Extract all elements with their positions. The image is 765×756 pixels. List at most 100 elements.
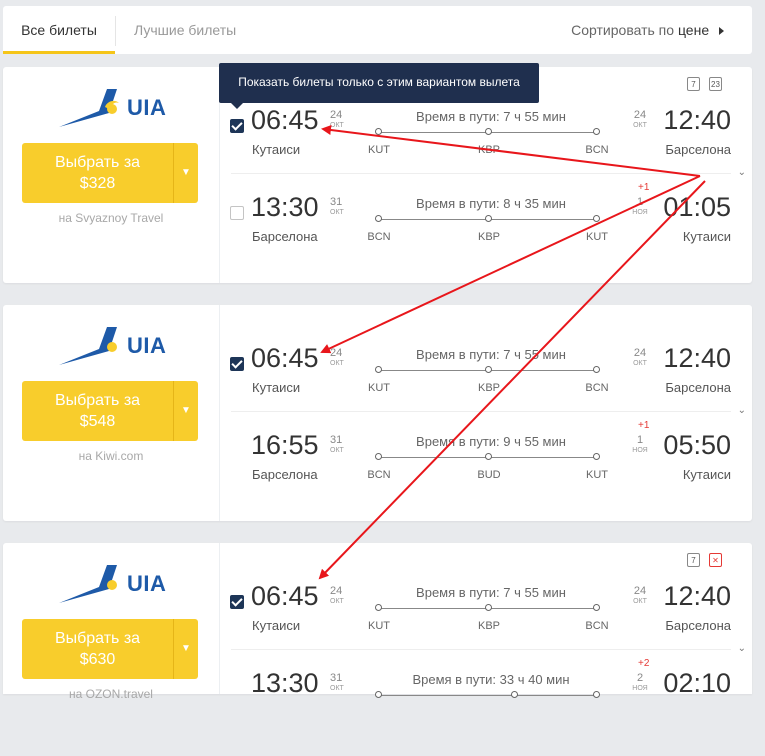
buy-label: Выбрать за (54, 630, 141, 647)
departure-day: 31 (330, 196, 343, 208)
arrival-month: НОЯ (632, 685, 648, 692)
caret-right-icon (719, 27, 724, 36)
departure-time: 13:30 (251, 668, 319, 698)
segment-checkbox[interactable] (230, 595, 244, 609)
hand-luggage-icon: 7 (687, 553, 700, 567)
route-stop-dot (593, 453, 600, 460)
departure-month: ОКТ (330, 447, 344, 454)
segment-checkbox[interactable] (230, 357, 244, 371)
sort-field: цене (677, 22, 710, 38)
route-stop-dot (375, 604, 382, 611)
chevron-down-icon[interactable]: ⌄ (738, 405, 746, 416)
arrival-month: ОКТ (633, 598, 647, 605)
arrival-day: 1 (636, 434, 644, 446)
segment-checkbox[interactable] (230, 206, 244, 220)
buy-price: $630 (79, 651, 116, 668)
no-baggage-icon: ✕ (709, 553, 722, 567)
route-stop-dot (485, 366, 492, 373)
route-stop-dot (375, 366, 382, 373)
arrival-day: 1 (636, 196, 644, 208)
departure-month: ОКТ (330, 360, 344, 367)
arrival-city: Кутаиси (682, 229, 731, 244)
buy-button-main[interactable]: Выбрать за $328 (22, 143, 173, 203)
ticket-card: UIA Выбрать за $548 ▼ на Kiwi.com 06:45 … (3, 305, 752, 521)
chevron-down-icon[interactable]: ▼ (174, 619, 198, 679)
airport-code: BCN (367, 231, 391, 243)
departure-city: Барселона (252, 467, 318, 482)
ticket-offer-panel: UIA Выбрать за $548 ▼ на Kiwi.com (3, 305, 220, 521)
departure-city: Кутаиси (252, 380, 301, 395)
departure-month: ОКТ (330, 685, 344, 692)
flight-duration: Время в пути: 8 ч 35 мин (416, 196, 566, 211)
sort-control[interactable]: Сортировать по цене (571, 6, 724, 54)
departure-city: Кутаиси (252, 618, 301, 633)
buy-label: Выбрать за (54, 154, 141, 171)
checked-baggage-icon: 23 (709, 77, 722, 91)
return-segment: 13:30 31 ОКТ Время в пути: 33 ч 40 мин +… (221, 658, 731, 756)
next-day-badge: +1 (638, 182, 650, 193)
route-stop-dot (593, 215, 600, 222)
airline-logo: UIA (59, 87, 169, 129)
buy-price: $328 (79, 175, 116, 192)
buy-button[interactable]: Выбрать за $548 ▼ (22, 381, 198, 441)
segment-divider (231, 649, 731, 650)
tab-divider (115, 16, 116, 46)
chevron-down-icon[interactable]: ⌄ (738, 167, 746, 178)
arrival-time: 05:50 (663, 430, 731, 460)
departure-day: 24 (330, 347, 343, 359)
route-stop-dot (593, 691, 600, 698)
arrival-time: 12:40 (663, 581, 731, 611)
buy-button-main[interactable]: Выбрать за $630 (22, 619, 173, 679)
buy-button-main[interactable]: Выбрать за $548 (22, 381, 173, 441)
uia-plane-icon (59, 89, 119, 127)
departure-day: 31 (330, 434, 343, 446)
route-stop-dot (485, 604, 492, 611)
flight-duration: Время в пути: 7 ч 55 мин (416, 585, 566, 600)
segment-divider (231, 411, 731, 412)
segment-checkbox[interactable] (230, 119, 244, 133)
buy-button[interactable]: Выбрать за $328 ▼ (22, 143, 198, 203)
route-stop-dot (511, 691, 518, 698)
buy-button[interactable]: Выбрать за $630 ▼ (22, 619, 198, 679)
buy-price: $548 (79, 413, 116, 430)
flight-duration: Время в пути: 33 ч 40 мин (412, 672, 570, 687)
airline-logo: UIA (59, 563, 169, 605)
airport-code: KBP (477, 382, 500, 394)
agency-name: на Kiwi.com (78, 449, 144, 463)
arrival-month: ОКТ (633, 122, 647, 129)
departure-city: Кутаиси (252, 142, 301, 157)
flight-duration: Время в пути: 7 ч 55 мин (416, 347, 566, 362)
buy-label: Выбрать за (54, 392, 141, 409)
arrival-time: 02:10 (663, 668, 731, 698)
arrival-month: ОКТ (633, 360, 647, 367)
departure-month: ОКТ (330, 209, 344, 216)
checkbox-tooltip: Показать билеты только с этим вариантом … (219, 63, 539, 109)
chevron-down-icon[interactable]: ▼ (174, 143, 198, 203)
airport-code: KUT (368, 382, 390, 394)
return-segment: 16:55 31 ОКТ Барселона Время в пути: 9 ч… (221, 420, 731, 518)
airport-code: KUT (586, 469, 608, 481)
airline-name: UIA (127, 333, 167, 358)
route-stop-dot (593, 604, 600, 611)
arrival-city: Барселона (665, 380, 731, 395)
chevron-down-icon[interactable]: ⌄ (738, 643, 746, 654)
departure-time: 16:55 (251, 430, 319, 460)
departure-day: 24 (330, 585, 343, 597)
hand-luggage-icon: 7 (687, 77, 700, 91)
arrival-month: НОЯ (632, 209, 648, 216)
tab-best-tickets[interactable]: Лучшие билеты (134, 6, 236, 54)
agency-name: на Svyaznoy Travel (58, 211, 164, 225)
route-stop-dot (485, 215, 492, 222)
arrival-day: 24 (633, 347, 647, 359)
arrival-time: 01:05 (663, 192, 731, 222)
airport-code: KBP (477, 144, 500, 156)
airport-code: KUT (368, 620, 390, 632)
route-stop-dot (375, 215, 382, 222)
arrival-time: 12:40 (663, 343, 731, 373)
airline-name: UIA (127, 571, 167, 596)
route-stop-dot (485, 128, 492, 135)
chevron-down-icon[interactable]: ▼ (174, 381, 198, 441)
route-stop-dot (593, 128, 600, 135)
airline-name: UIA (127, 95, 167, 120)
tab-all-tickets[interactable]: Все билеты (3, 6, 115, 54)
